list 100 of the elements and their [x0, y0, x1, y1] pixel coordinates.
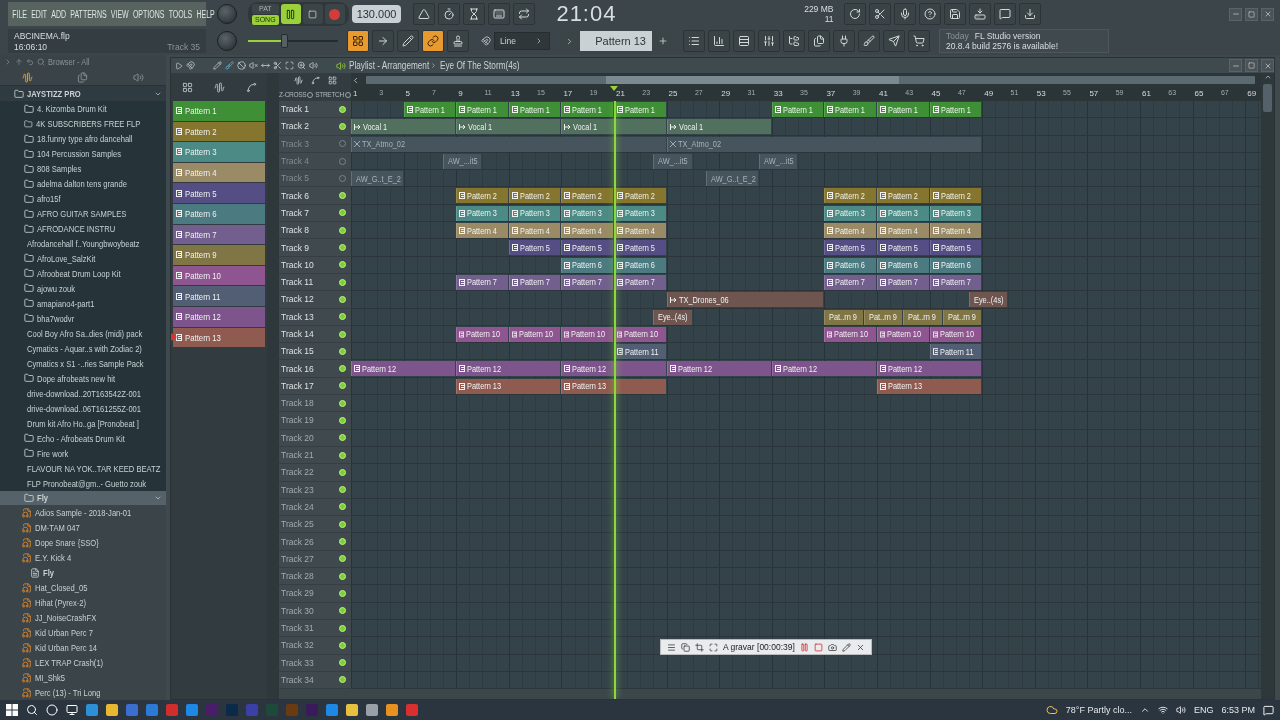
pattern-clip[interactable]: Pattern 5: [929, 240, 982, 256]
pattern-clip[interactable]: Pattern 2: [614, 188, 666, 204]
muted-clip[interactable]: TX_Atmo_02: [351, 136, 666, 152]
audio-clip[interactable]: Eye..(4s): [653, 309, 692, 325]
pattern-clip[interactable]: Pattern 12: [666, 361, 771, 377]
track-lane[interactable]: Pattern 5 Pattern 5 Pattern 5 Pattern 5 Pattern 5 Pattern 5: [351, 239, 1261, 257]
browser-item[interactable]: Afrodancehall f..Youngbwoybeatz: [0, 236, 166, 251]
pattern-item[interactable]: Pattern 2: [173, 121, 265, 142]
track-lane[interactable]: TX_Drones_06 Eye..(4s): [351, 291, 1261, 309]
pattern-clip[interactable]: Pattern 12: [771, 361, 876, 377]
pattern-clip[interactable]: Pat..rn 9: [824, 309, 863, 325]
pattern-clip[interactable]: Pattern 5: [561, 240, 613, 256]
pattern-clip[interactable]: Pattern 13: [456, 378, 561, 394]
pattern-clip[interactable]: Pattern 13: [877, 378, 982, 394]
pattern-clip[interactable]: Pattern 10: [824, 326, 876, 342]
pattern-clip[interactable]: Pattern 3: [561, 205, 613, 221]
muted-clip[interactable]: AW_G..t_E_2: [351, 171, 403, 187]
track-header[interactable]: Track 8: [279, 222, 351, 240]
menu-item[interactable]: EDIT: [31, 8, 48, 20]
pattern-clip[interactable]: Pattern 1: [929, 102, 982, 117]
browser-item[interactable]: AfroLove_SalzKit: [0, 251, 166, 266]
browser-item[interactable]: AFRODANCE INSTRU: [0, 221, 166, 237]
pattern-clip[interactable]: Pattern 1: [508, 102, 561, 117]
pattern-item[interactable]: Pattern 3: [173, 142, 265, 162]
pattern-item[interactable]: Pattern 6: [173, 203, 265, 224]
pattern-clip[interactable]: Pattern 7: [929, 274, 982, 290]
audio-clip[interactable]: Vocal 1: [561, 119, 666, 135]
track-lane[interactable]: Pattern 2 Pattern 2 Pattern 2 Pattern 2 Pattern 2 Pattern 2 Pattern 2: [351, 187, 1261, 205]
menu-item[interactable]: FILE: [12, 8, 27, 20]
muted-clip[interactable]: AW_...it5: [443, 153, 482, 169]
pattern-clip[interactable]: Pattern 4: [614, 223, 666, 239]
pattern-clip[interactable]: Pattern 7: [614, 274, 666, 290]
pattern-clip[interactable]: Pattern 5: [508, 240, 561, 256]
track-lane[interactable]: AW_G..t_E_2 AW_G..t_E_2: [351, 170, 1261, 188]
pattern-clip[interactable]: Pattern 2: [456, 188, 508, 204]
pattern-clip[interactable]: Pattern 5: [614, 240, 666, 256]
track-header[interactable]: Track 25: [279, 516, 351, 534]
pattern-clip[interactable]: Pat..rn 9: [863, 309, 903, 325]
pattern-item[interactable]: Pattern 10: [173, 265, 265, 286]
pattern-clip[interactable]: Pattern 2: [929, 188, 982, 204]
pattern-item[interactable]: Pattern 1: [173, 101, 265, 121]
pattern-clip[interactable]: Pattern 3: [877, 205, 929, 221]
pattern-selector[interactable]: Pattern 13: [580, 31, 652, 51]
pattern-clip[interactable]: Pattern 1: [877, 102, 929, 117]
track-header[interactable]: Track 9: [279, 239, 351, 257]
pattern-clip[interactable]: Pattern 4: [508, 223, 561, 239]
pattern-clip[interactable]: Pattern 10: [456, 326, 508, 342]
pattern-clip[interactable]: Pattern 10: [614, 326, 666, 342]
audio-clip[interactable]: Eye..(4s): [969, 292, 1008, 308]
track-header[interactable]: Track 19: [279, 412, 351, 430]
pattern-clip[interactable]: Pattern 10: [508, 326, 561, 342]
pattern-item[interactable]: Pattern 13: [173, 327, 265, 348]
browser-item[interactable]: AFRO GUITAR SAMPLES: [0, 206, 166, 222]
pattern-clip[interactable]: Pattern 5: [824, 240, 876, 256]
pattern-clip[interactable]: Pattern 1: [456, 102, 508, 117]
pattern-clip[interactable]: Pattern 10: [929, 326, 982, 342]
pattern-clip[interactable]: Pattern 4: [561, 223, 613, 239]
pattern-clip[interactable]: Pattern 6: [824, 257, 876, 273]
track-header[interactable]: Track 6: [279, 187, 351, 205]
muted-clip[interactable]: AW_...it5: [758, 153, 798, 169]
menu-item[interactable]: ADD: [51, 8, 67, 20]
audio-clip[interactable]: Vocal 1: [456, 119, 561, 135]
track-header[interactable]: Track 32: [279, 637, 351, 655]
pattern-clip[interactable]: Pattern 5: [877, 240, 929, 256]
audio-clip[interactable]: Vocal 1: [666, 119, 771, 135]
audio-clip[interactable]: TX_Drones_06: [666, 292, 824, 308]
pattern-clip[interactable]: Pattern 1: [771, 102, 824, 117]
pattern-clip[interactable]: Pattern 6: [614, 257, 666, 273]
pattern-clip[interactable]: Pattern 4: [877, 223, 929, 239]
pattern-clip[interactable]: Pattern 2: [508, 188, 561, 204]
pattern-clip[interactable]: Pattern 4: [456, 223, 508, 239]
pattern-clip[interactable]: Pat..rn 9: [903, 309, 942, 325]
pattern-clip[interactable]: Pattern 1: [561, 102, 613, 117]
menu-item[interactable]: HELP: [196, 8, 215, 20]
pattern-item[interactable]: Pattern 5: [173, 183, 265, 203]
track-header[interactable]: Track 15: [279, 343, 351, 361]
track-lane[interactable]: Pattern 11 Pattern 11: [351, 343, 1261, 361]
pattern-clip[interactable]: Pattern 3: [456, 205, 508, 221]
language-indicator[interactable]: ENG: [1193, 705, 1214, 715]
pattern-clip[interactable]: Pattern 10: [877, 326, 929, 342]
pattern-clip[interactable]: Pattern 7: [456, 274, 508, 290]
pattern-item[interactable]: Pattern 9: [173, 245, 265, 265]
pattern-clip[interactable]: Pattern 1: [403, 102, 456, 117]
track-lane[interactable]: Pattern 12 Pattern 12 Pattern 12 Pattern 12 Pattern 12 Pattern 12: [351, 360, 1261, 378]
track-lane[interactable]: Pattern 1 Pattern 1 Pattern 1 Pattern 1 Pattern 1 Pattern 1 Pattern 1 Pattern 1 Pattern 1: [351, 101, 1261, 119]
pattern-clip[interactable]: Pattern 1: [614, 102, 666, 117]
pattern-clip[interactable]: Pattern 4: [929, 223, 982, 239]
track-header[interactable]: Track 5: [279, 170, 351, 188]
pattern-clip[interactable]: Pattern 12: [561, 361, 666, 377]
menu-item[interactable]: PATTERNS: [70, 8, 107, 20]
track-header[interactable]: Track 26: [279, 533, 351, 551]
browser-item[interactable]: 808 Samples: [0, 161, 166, 177]
pattern-clip[interactable]: Pattern 7: [561, 274, 613, 290]
browser-item[interactable]: JAYSTIZZ PRO: [0, 86, 166, 102]
pattern-clip[interactable]: Pattern 13: [561, 378, 666, 394]
pattern-clip[interactable]: Pattern 12: [877, 361, 982, 377]
pattern-clip[interactable]: Pattern 3: [614, 205, 666, 221]
pattern-clip[interactable]: Pattern 11: [614, 344, 666, 360]
track-header[interactable]: Track 29: [279, 585, 351, 603]
browser-item[interactable]: 104 Percussion Samples: [0, 146, 166, 162]
